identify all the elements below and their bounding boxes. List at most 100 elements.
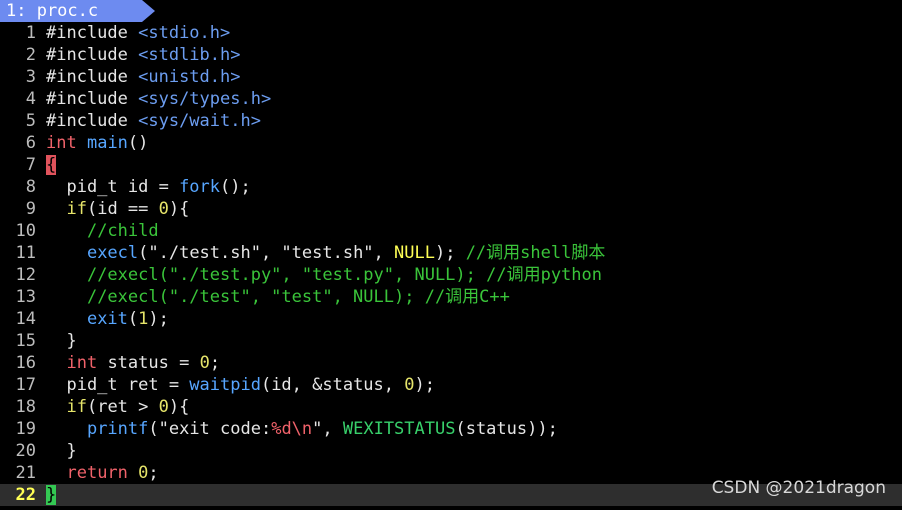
- line-number: 8: [25, 177, 36, 197]
- code-line[interactable]: 17 pid_t ret = waitpid(id, &status, 0);: [0, 374, 902, 396]
- code-line[interactable]: 18 if(ret > 0){: [0, 396, 902, 418]
- code-line[interactable]: 9 if(id == 0){: [0, 198, 902, 220]
- code-token: <stdio.h>: [138, 23, 231, 43]
- line-number: 11: [15, 243, 36, 263]
- code-token: {: [46, 155, 57, 175]
- line-number: 3: [25, 67, 36, 87]
- code-token: fork: [179, 177, 221, 197]
- code-token: (id, &status,: [260, 375, 405, 395]
- code-token: 0: [158, 199, 169, 219]
- code-token: #include: [46, 111, 139, 131]
- code-line[interactable]: 15 }: [0, 330, 902, 352]
- code-token: pid_t ret =: [46, 375, 190, 395]
- code-text: if(id == 0){: [46, 199, 189, 219]
- code-token: ",: [312, 419, 343, 439]
- code-text: #include <sys/types.h>: [46, 89, 271, 109]
- code-line[interactable]: 14 exit(1);: [0, 308, 902, 330]
- code-line[interactable]: 2 #include <stdlib.h>: [0, 44, 902, 66]
- line-number: 19: [15, 419, 36, 439]
- line-number: 18: [15, 397, 36, 417]
- code-line[interactable]: 11 execl("./test.sh", "test.sh", NULL); …: [0, 242, 902, 264]
- code-token: status =: [97, 353, 200, 373]
- code-line[interactable]: 20 }: [0, 440, 902, 462]
- code-text: //child: [46, 221, 159, 241]
- code-text: if(ret > 0){: [46, 397, 189, 417]
- code-line[interactable]: 16 int status = 0;: [0, 352, 902, 374]
- code-token: 0: [199, 353, 210, 373]
- code-line[interactable]: 6 int main(): [0, 132, 902, 154]
- code-token: %d\n: [271, 419, 313, 439]
- code-token: main: [86, 133, 128, 153]
- code-token: }: [46, 331, 77, 351]
- code-token: }: [46, 485, 57, 505]
- code-token: ;: [148, 463, 159, 483]
- code-token: }: [46, 441, 77, 461]
- code-token: WEXITSTATUS: [342, 419, 456, 439]
- code-token: //execl("./test", "test", NULL); //调用C++: [86, 287, 510, 307]
- code-text: }: [46, 485, 57, 505]
- code-line[interactable]: 5 #include <sys/wait.h>: [0, 110, 902, 132]
- line-number: 20: [15, 441, 36, 461]
- line-number: 17: [15, 375, 36, 395]
- code-token: 1: [138, 309, 149, 329]
- code-token: ;: [209, 353, 221, 373]
- code-token: <stdlib.h>: [138, 45, 241, 65]
- code-text: #include <unistd.h>: [46, 67, 240, 87]
- code-text: int status = 0;: [46, 353, 220, 373]
- line-number: 6: [25, 133, 36, 153]
- line-number: 9: [25, 199, 36, 219]
- code-token: (ret >: [86, 397, 159, 417]
- code-token: );: [414, 375, 435, 395]
- code-line[interactable]: 3 #include <unistd.h>: [0, 66, 902, 88]
- line-number: 4: [25, 89, 36, 109]
- code-token: ){: [168, 199, 190, 219]
- code-token: #include: [46, 23, 139, 43]
- code-token: ){: [168, 397, 190, 417]
- code-text: //execl("./test.py", "test.py", NULL); /…: [46, 265, 602, 285]
- code-line[interactable]: 8 pid_t id = fork();: [0, 176, 902, 198]
- code-line[interactable]: 13 //execl("./test", "test", NULL); //调用…: [0, 286, 902, 308]
- line-number: 5: [25, 111, 36, 131]
- code-line[interactable]: 7{: [0, 154, 902, 176]
- code-editor[interactable]: 1 #include <stdio.h> 2 #include <stdlib.h> 3…: [0, 22, 902, 506]
- code-token: //调用shell脚本: [465, 243, 606, 263]
- code-token: 0: [138, 463, 149, 483]
- code-token: //execl("./test.py", "test.py", NULL); /…: [86, 265, 602, 285]
- code-token: waitpid: [189, 375, 261, 395]
- line-number: 12: [15, 265, 36, 285]
- line-number: 1: [25, 23, 36, 43]
- code-token: int: [46, 133, 77, 153]
- code-line[interactable]: 19 printf("exit code:%d\n", WEXITSTATUS(…: [0, 418, 902, 440]
- code-token: NULL: [394, 243, 435, 263]
- code-token: );: [434, 243, 466, 263]
- code-text: #include <sys/wait.h>: [46, 111, 261, 131]
- code-token: pid_t id =: [46, 177, 180, 197]
- code-line[interactable]: 4 #include <sys/types.h>: [0, 88, 902, 110]
- code-text: execl("./test.sh", "test.sh", NULL); //调…: [46, 243, 605, 263]
- code-token: );: [148, 309, 169, 329]
- code-token: 0: [404, 375, 415, 395]
- code-token: exit: [86, 309, 128, 329]
- code-token: printf: [86, 419, 149, 439]
- code-token: 0: [158, 397, 169, 417]
- code-line[interactable]: 1 #include <stdio.h>: [0, 22, 902, 44]
- code-text: #include <stdlib.h>: [46, 45, 240, 65]
- code-token: ();: [220, 177, 251, 197]
- code-token: (): [127, 133, 149, 153]
- watermark: CSDN @2021dragon: [711, 478, 886, 498]
- code-token: (: [127, 309, 139, 329]
- line-number: 7: [25, 155, 36, 175]
- code-line[interactable]: 10 //child: [0, 220, 902, 242]
- code-line[interactable]: 12 //execl("./test.py", "test.py", NULL)…: [0, 264, 902, 286]
- tab-proc-c[interactable]: 1: proc.c: [0, 0, 142, 22]
